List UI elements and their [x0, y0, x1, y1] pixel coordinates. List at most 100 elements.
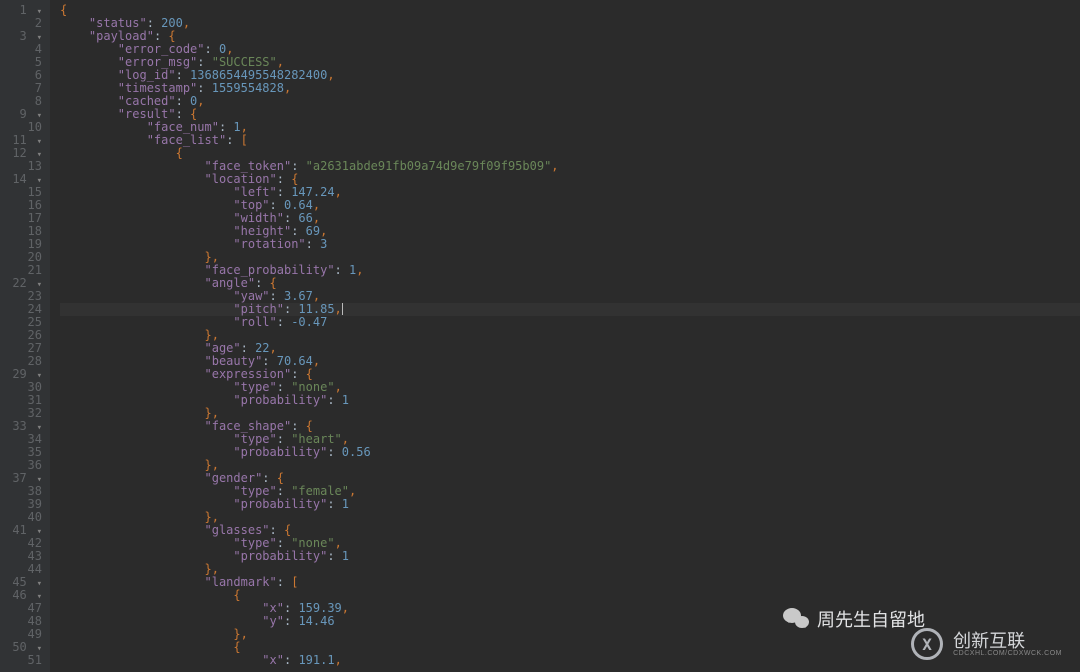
json-punctuation: }, — [205, 562, 219, 576]
wechat-icon — [783, 608, 809, 630]
line-number-gutter[interactable]: 1 ▾23 ▾456789 ▾1011 ▾12 ▾1314 ▾151617181… — [0, 0, 50, 672]
json-number: 3 — [320, 237, 327, 251]
brand-watermark: X 创新互联 CDCXHL.COM/CDXWCK.COM — [911, 628, 1062, 660]
json-string: "none" — [291, 536, 334, 550]
json-key: "face_num" — [147, 120, 219, 134]
json-punctuation: { — [168, 29, 175, 43]
json-key: "face_token" — [205, 159, 292, 173]
json-number: 200 — [161, 16, 183, 30]
json-punctuation: { — [233, 640, 240, 654]
json-key: "status" — [89, 16, 147, 30]
json-punctuation: { — [270, 276, 277, 290]
json-punctuation: , — [335, 536, 342, 550]
json-key: "age" — [205, 341, 241, 355]
json-number: 1 — [342, 549, 349, 563]
json-key: "probability" — [233, 445, 327, 459]
json-punctuation: }, — [205, 406, 219, 420]
json-number: 1368654495548282400 — [190, 68, 327, 82]
json-key: "expression" — [205, 367, 292, 381]
json-number: 14.46 — [298, 614, 334, 628]
json-number: 191.1 — [298, 653, 334, 667]
json-key: "result" — [118, 107, 176, 121]
json-number: 70.64 — [277, 354, 313, 368]
json-number: -0.47 — [291, 315, 327, 329]
json-key: "location" — [205, 172, 277, 186]
json-key: "type" — [233, 380, 276, 394]
json-punctuation: [ — [241, 133, 248, 147]
json-key: "width" — [233, 211, 284, 225]
json-punctuation: , — [349, 484, 356, 498]
json-key: "payload" — [89, 29, 154, 43]
json-punctuation: , — [356, 263, 363, 277]
json-punctuation: { — [306, 367, 313, 381]
json-key: "face_list" — [147, 133, 226, 147]
json-key: "yaw" — [233, 289, 269, 303]
code-line[interactable]: "timestamp": 1559554828, — [60, 82, 1080, 95]
json-key: "gender" — [205, 471, 263, 485]
code-line[interactable]: "face_list": [ — [60, 134, 1080, 147]
json-punctuation: { — [291, 172, 298, 186]
json-key: "beauty" — [205, 354, 263, 368]
code-area[interactable]: { "status": 200, "payload": { "error_cod… — [50, 0, 1080, 672]
json-punctuation: [ — [291, 575, 298, 589]
json-punctuation: }, — [205, 328, 219, 342]
json-punctuation: }, — [205, 510, 219, 524]
json-number: 22 — [255, 341, 269, 355]
json-punctuation: , — [335, 185, 342, 199]
json-punctuation: , — [313, 198, 320, 212]
json-punctuation: { — [277, 471, 284, 485]
json-punctuation: , — [335, 653, 342, 667]
code-line[interactable]: { — [60, 4, 1080, 17]
json-key: "error_msg" — [118, 55, 197, 69]
json-key: "type" — [233, 484, 276, 498]
json-punctuation: , — [551, 159, 558, 173]
json-key: "face_shape" — [205, 419, 292, 433]
json-punctuation: , — [342, 432, 349, 446]
json-punctuation: , — [277, 55, 284, 69]
json-punctuation: { — [233, 588, 240, 602]
json-punctuation: { — [284, 523, 291, 537]
json-punctuation: , — [284, 81, 291, 95]
json-number: 69 — [306, 224, 320, 238]
json-key: "probability" — [233, 393, 327, 407]
json-number: 1 — [233, 120, 240, 134]
code-line[interactable]: "cached": 0, — [60, 95, 1080, 108]
json-punctuation: , — [342, 601, 349, 615]
json-punctuation: }, — [233, 627, 247, 641]
brand-subtext: CDCXHL.COM/CDXWCK.COM — [953, 650, 1062, 657]
json-number: 0.64 — [284, 198, 313, 212]
json-number: 1 — [342, 393, 349, 407]
json-key: "log_id" — [118, 68, 176, 82]
code-line[interactable]: "status": 200, — [60, 17, 1080, 30]
json-key: "cached" — [118, 94, 176, 108]
code-editor[interactable]: 1 ▾23 ▾456789 ▾1011 ▾12 ▾1314 ▾151617181… — [0, 0, 1080, 672]
json-key: "pitch" — [233, 302, 284, 316]
json-punctuation: , — [183, 16, 190, 30]
json-punctuation: { — [60, 3, 67, 17]
json-number: 147.24 — [291, 185, 334, 199]
json-string: "a2631abde91fb09a74d9e79f09f95b09" — [306, 159, 552, 173]
json-punctuation: , — [327, 68, 334, 82]
json-key: "left" — [233, 185, 276, 199]
json-key: "x" — [262, 601, 284, 615]
wechat-label: 周先生自留地 — [817, 606, 925, 632]
json-string: "none" — [291, 380, 334, 394]
json-key: "probability" — [233, 549, 327, 563]
json-key: "type" — [233, 536, 276, 550]
json-key: "face_probability" — [205, 263, 335, 277]
json-key: "rotation" — [233, 237, 305, 251]
json-key: "timestamp" — [118, 81, 197, 95]
json-punctuation: , — [313, 289, 320, 303]
json-number: 3.67 — [284, 289, 313, 303]
json-key: "roll" — [233, 315, 276, 329]
json-punctuation: , — [226, 42, 233, 56]
json-punctuation: , — [313, 211, 320, 225]
json-punctuation: , — [335, 302, 342, 316]
line-number: 51 — [12, 654, 42, 667]
json-key: "type" — [233, 432, 276, 446]
json-number: 11.85 — [298, 302, 334, 316]
json-punctuation: , — [197, 94, 204, 108]
json-number: 66 — [298, 211, 312, 225]
json-key: "y" — [262, 614, 284, 628]
json-punctuation: , — [313, 354, 320, 368]
